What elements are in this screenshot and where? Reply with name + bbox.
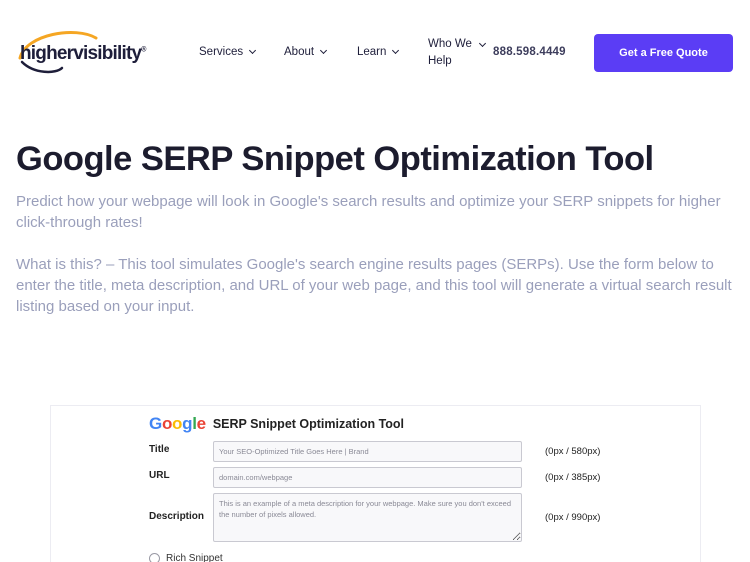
description-field-label: Description (149, 511, 205, 522)
nav-who-we-help[interactable]: Who We Help (428, 36, 490, 70)
intro-text: Predict how your webpage will look in Go… (16, 193, 721, 231)
rich-snippet-label: Rich Snippet (166, 553, 223, 562)
chevron-down-icon (249, 46, 257, 55)
tool-title: SERP Snippet Optimization Tool (212, 417, 405, 431)
google-logo-letter: o (172, 414, 183, 433)
rich-snippet-radio[interactable] (149, 553, 160, 562)
chevron-down-icon (392, 46, 400, 55)
nav-about-label: About (284, 46, 315, 58)
description-pixel-counter: (0px / 990px) (545, 512, 601, 523)
get-free-quote-button[interactable]: Get a Free Quote (594, 34, 733, 72)
phone-number-link[interactable]: 888.598.4449 (493, 46, 566, 58)
highervisibility-logo[interactable]: highervisibility® (16, 28, 158, 76)
nav-services-label: Services (199, 46, 244, 58)
title-pixel-counter: (0px / 580px) (545, 446, 601, 457)
nav-about[interactable]: About (284, 46, 328, 58)
url-pixel-counter: (0px / 385px) (545, 472, 601, 483)
rich-snippet-option[interactable]: Rich Snippet (149, 553, 223, 562)
google-logo-letter: g (182, 414, 193, 433)
chevron-down-icon (320, 46, 328, 55)
tool-header: Google SERP Snippet Optimization Tool (149, 414, 404, 434)
url-input[interactable] (213, 467, 522, 488)
nav-services[interactable]: Services (199, 46, 257, 58)
description-text: What is this? – This tool simulates Goog… (16, 256, 732, 315)
description-textarea[interactable] (213, 493, 522, 542)
title-field-label: Title (149, 444, 170, 455)
logo-wordmark: highervisibility® (20, 43, 147, 64)
page-title: Google SERP Snippet Optimization Tool (16, 140, 654, 178)
google-logo: Google (149, 414, 206, 434)
nav-learn-label: Learn (357, 46, 387, 58)
chevron-down-icon (478, 39, 487, 48)
google-logo-letter: o (161, 414, 173, 433)
url-field-label: URL (149, 470, 170, 481)
nav-learn[interactable]: Learn (357, 46, 400, 58)
title-input[interactable] (213, 441, 522, 462)
nav-who-we-help-label: Who We Help (428, 38, 472, 67)
google-logo-letter: e (196, 414, 206, 433)
site-header: highervisibility® Services About Learn W… (0, 0, 750, 105)
google-logo-letter: G (149, 414, 162, 433)
